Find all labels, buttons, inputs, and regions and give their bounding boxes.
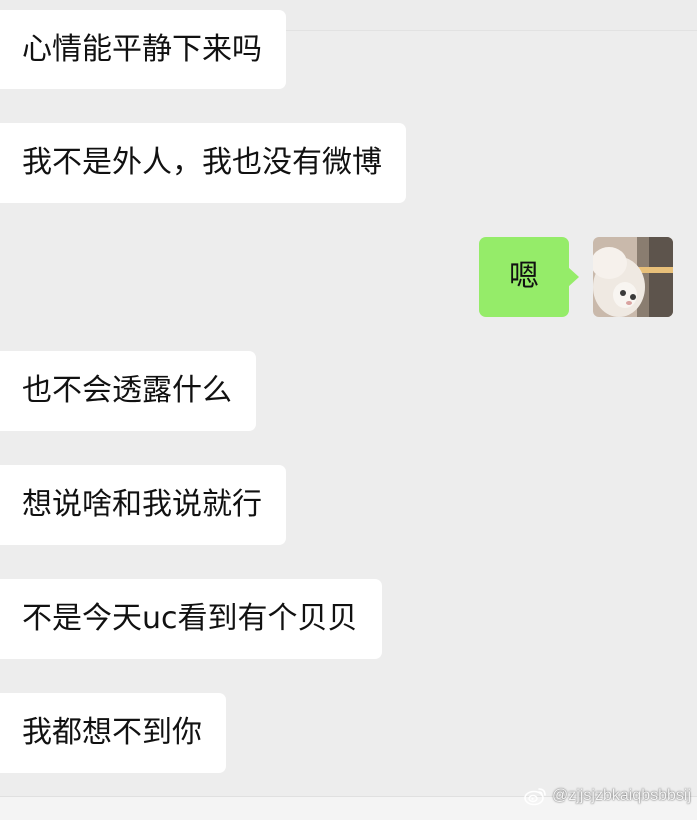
message-bubble-incoming[interactable]: 心情能平静下来吗 — [0, 10, 286, 89]
message-bubble-outgoing[interactable]: 嗯 — [479, 237, 579, 317]
message-text: 我不是外人，我也没有微博 — [22, 145, 382, 180]
message-text: 也不会透露什么 — [22, 373, 232, 408]
message-bubble-incoming[interactable]: 不是今天uc看到有个贝贝 — [0, 579, 382, 659]
message-text: 不是今天uc看到有个贝贝 — [22, 601, 358, 636]
message-text: 我都想不到你 — [22, 715, 202, 750]
watermark-handle: @zjjsjzbkaiqbsbbsij — [552, 787, 691, 804]
message-bubble-incoming[interactable]: 也不会透露什么 — [0, 351, 256, 431]
message-bubble-incoming[interactable]: 我不是外人，我也没有微博 — [0, 123, 406, 203]
weibo-icon — [524, 788, 546, 806]
message-text: 嗯 — [509, 259, 539, 294]
message-text: 心情能平静下来吗 — [22, 32, 262, 67]
message-bubble-incoming[interactable]: 我都想不到你 — [0, 693, 226, 773]
message-bubble-incoming[interactable]: 想说啥和我说就行 — [0, 465, 286, 545]
message-text: 想说啥和我说就行 — [22, 487, 262, 522]
avatar[interactable] — [593, 237, 673, 317]
avatar-image — [593, 237, 673, 317]
watermark: @zjjsjzbkaiqbsbbsij — [524, 786, 691, 806]
